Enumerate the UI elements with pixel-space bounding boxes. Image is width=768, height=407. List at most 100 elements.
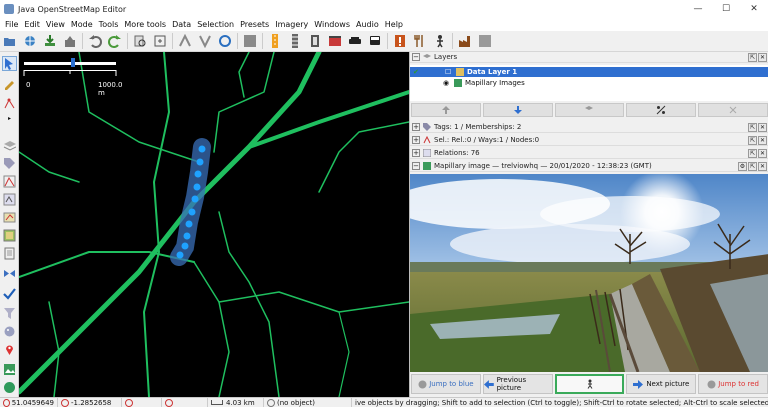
road-minor-9[interactable] [19, 151, 80, 183]
zoom-to-layer-button[interactable] [152, 33, 168, 49]
toggle-panel-layers[interactable] [2, 138, 17, 153]
toggle-panel-tags[interactable] [2, 156, 17, 171]
mapillary-marker[interactable] [196, 158, 204, 166]
download-button[interactable] [42, 33, 58, 49]
upload-button[interactable] [62, 33, 78, 49]
menu-view[interactable]: View [43, 20, 68, 29]
menu-file[interactable]: File [2, 20, 21, 29]
split-way-button[interactable] [177, 33, 193, 49]
move-layer-up-button[interactable] [411, 103, 481, 117]
visibility-checkbox[interactable]: ☐ [445, 68, 453, 76]
toggle-panel-mapillary[interactable] [2, 362, 17, 377]
toggle-panel-conflict[interactable] [2, 266, 17, 281]
draw-mode-button[interactable] [2, 78, 17, 93]
preset-industrial-button[interactable] [457, 33, 473, 49]
close-panel-button[interactable]: ✕ [758, 162, 767, 171]
redo-button[interactable] [107, 33, 123, 49]
menu-windows[interactable]: Windows [311, 20, 353, 29]
mapillary-marker[interactable] [183, 232, 191, 240]
preset-car-button[interactable] [347, 33, 363, 49]
road-minor-10[interactable] [238, 52, 250, 98]
mapillary-marker[interactable] [193, 183, 201, 191]
mapillary-marker[interactable] [185, 220, 193, 228]
road-minor-4[interactable] [193, 261, 230, 397]
next-picture-button[interactable]: Next picture [626, 374, 697, 394]
menu-tools[interactable]: Tools [96, 20, 122, 29]
layer-opacity-button[interactable] [626, 103, 697, 117]
toggle-panel-filters[interactable] [2, 306, 17, 321]
road-minor-6[interactable] [213, 52, 275, 153]
minimize-button[interactable]: — [684, 0, 712, 18]
mapillary-marker[interactable] [194, 170, 202, 178]
detach-panel-button[interactable]: ⇱ [748, 123, 757, 132]
preferences-button[interactable] [132, 33, 148, 49]
toggle-panel-filter[interactable] [2, 210, 17, 225]
preset-barrier-button[interactable] [307, 33, 323, 49]
map-view[interactable]: 0 1000.0 m [19, 52, 409, 397]
combine-way-button[interactable] [197, 33, 213, 49]
mapillary-panel-header[interactable]: − Mapillary image — trelviowhq — 20/01/2… [410, 161, 768, 172]
eye-icon[interactable]: ◉ [443, 79, 451, 87]
toggle-panel-relations[interactable] [2, 192, 17, 207]
relations-panel-header[interactable]: + Relations: 76 ⇱ ✕ [410, 148, 768, 159]
toggle-panel-authors[interactable] [2, 246, 17, 261]
layers-panel-header[interactable]: − Layers ⇱ ✕ [410, 52, 768, 63]
move-layer-down-button[interactable] [482, 103, 553, 117]
mapillary-marker[interactable] [176, 251, 184, 259]
road-minor-11[interactable] [48, 301, 60, 397]
menu-selection[interactable]: Selection [194, 20, 237, 29]
mapillary-marker[interactable] [198, 145, 206, 153]
road-minor-1[interactable] [19, 251, 195, 278]
improve-way-button[interactable] [2, 96, 17, 111]
menu-imagery[interactable]: Imagery [272, 20, 311, 29]
menu-more-tools[interactable]: More tools [121, 20, 169, 29]
expand-toggle[interactable]: + [412, 149, 420, 157]
toggle-panel-selection[interactable] [2, 174, 17, 189]
more-tools-toggle[interactable]: ▸ [2, 114, 17, 122]
panel-settings-button[interactable]: ⚙ [738, 162, 747, 171]
preset-more-button[interactable] [477, 33, 493, 49]
preset-building-button[interactable] [327, 33, 343, 49]
detach-panel-button[interactable]: ⇱ [748, 53, 757, 62]
select-mode-button[interactable] [2, 56, 17, 71]
delete-layer-button[interactable] [698, 103, 768, 117]
collapse-toggle[interactable]: − [412, 53, 420, 61]
mapillary-marker[interactable] [191, 195, 199, 203]
menu-mode[interactable]: Mode [68, 20, 96, 29]
map-canvas[interactable] [19, 52, 409, 397]
play-sequence-button[interactable] [554, 374, 625, 394]
toggle-panel-notes[interactable] [2, 342, 17, 357]
mapillary-marker[interactable] [188, 208, 196, 216]
jump-to-red-button[interactable]: Jump to red [698, 374, 768, 394]
toggle-panel-mapillary-filter[interactable] [2, 380, 17, 395]
open-file-button[interactable] [2, 33, 18, 49]
selection-panel-header[interactable]: + Sel.: Rel.:0 / Ways:1 / Nodes:0 ⇱ ✕ [410, 135, 768, 146]
close-panel-button[interactable]: ✕ [758, 123, 767, 132]
open-location-button[interactable] [22, 33, 38, 49]
toggle-panel-history[interactable] [2, 228, 17, 243]
menu-presets[interactable]: Presets [237, 20, 272, 29]
mapillary-image-viewer[interactable] [410, 174, 768, 372]
close-panel-button[interactable]: ✕ [758, 149, 767, 158]
close-button[interactable]: ✕ [740, 0, 768, 18]
close-panel-button[interactable]: ✕ [758, 136, 767, 145]
road-minor-8[interactable] [318, 121, 409, 193]
preset-bus-button[interactable] [367, 33, 383, 49]
menu-audio[interactable]: Audio [353, 20, 382, 29]
road-minor-2[interactable] [143, 52, 170, 397]
tags-panel-header[interactable]: + Tags: 1 / Memberships: 2 ⇱ ✕ [410, 122, 768, 133]
preset-rail-button[interactable] [287, 33, 303, 49]
preset-warning-button[interactable] [392, 33, 408, 49]
detach-panel-button[interactable]: ⇱ [748, 136, 757, 145]
collapse-toggle[interactable]: − [412, 162, 420, 170]
menu-edit[interactable]: Edit [21, 20, 43, 29]
mapillary-marker[interactable] [181, 242, 189, 250]
road-minor-12[interactable] [338, 311, 350, 397]
preset-food-button[interactable] [412, 33, 428, 49]
undo-button[interactable] [87, 33, 103, 49]
jump-to-blue-button[interactable]: Jump to blue [411, 374, 481, 394]
menu-data[interactable]: Data [169, 20, 194, 29]
road-minor-5[interactable] [218, 291, 409, 313]
toggle-panel-map-paint[interactable] [2, 324, 17, 339]
previous-picture-button[interactable]: Previous picture [482, 374, 553, 394]
